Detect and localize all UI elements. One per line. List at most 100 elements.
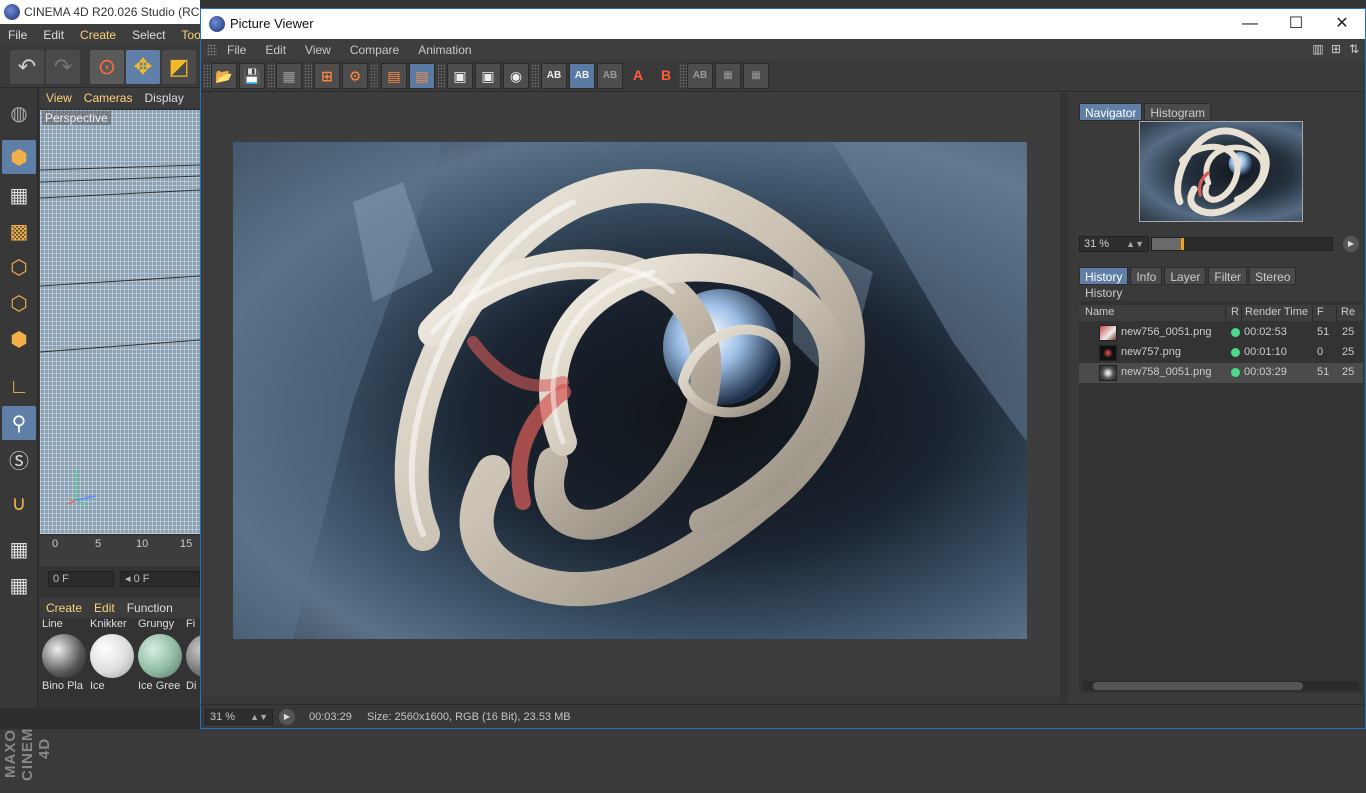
history-row[interactable]: new756_0051.png 00:02:53 51 25 — [1079, 323, 1363, 343]
compare-text-icon[interactable]: AB — [687, 63, 713, 89]
render-to-picture-viewer-icon[interactable]: ▤ — [409, 63, 435, 89]
texture-mode-icon[interactable]: ▦ — [2, 178, 36, 212]
axis-mode-icon[interactable]: ∟ — [2, 370, 36, 404]
play-icon[interactable]: ▶ — [1343, 236, 1359, 252]
workplane-align-icon[interactable]: ▦ — [2, 568, 36, 602]
viewport-menu-view[interactable]: View — [40, 91, 78, 105]
tab-stereo[interactable]: Stereo — [1249, 267, 1297, 285]
panel-menu-icon[interactable]: ⇅ — [1347, 42, 1361, 56]
close-button[interactable]: ✕ — [1319, 9, 1365, 39]
column-r[interactable]: R — [1231, 306, 1239, 318]
tab-layer[interactable]: Layer — [1164, 267, 1207, 285]
history-row-selected[interactable]: new758_0051.png 00:03:29 51 25 — [1079, 363, 1363, 383]
render-queue-icon[interactable]: ▣ — [475, 63, 501, 89]
new-panel-icon[interactable]: ⊞ — [1329, 42, 1343, 56]
render-settings-icon[interactable]: ⚙ — [342, 63, 368, 89]
history-row[interactable]: new757.png 00:01:10 0 25 — [1079, 343, 1363, 363]
viewport-menu-display[interactable]: Display — [138, 91, 189, 105]
material-swatch[interactable]: Line Bino Pla — [42, 618, 88, 696]
compare-ab-icon[interactable]: AB — [541, 63, 567, 89]
render-region-icon[interactable]: ⊞ — [314, 63, 340, 89]
current-frame-field[interactable]: ◂ 0 F — [120, 571, 200, 587]
pv-menu-animation[interactable]: Animation — [418, 43, 480, 57]
tweak-mode-icon[interactable]: ⚲ — [2, 406, 36, 440]
pv-menu-view[interactable]: View — [305, 43, 340, 57]
timeline-ruler[interactable]: 0 5 10 15 — [40, 536, 200, 566]
material-menu-edit[interactable]: Edit — [88, 601, 121, 615]
scale-tool-icon[interactable]: ◩ — [162, 50, 196, 84]
save-icon[interactable]: 💾 — [239, 63, 265, 89]
c4d-menu-file[interactable]: File — [0, 28, 35, 42]
material-top-label: Grungy — [138, 618, 175, 630]
pv-menu-compare[interactable]: Compare — [350, 43, 408, 57]
column-f[interactable]: F — [1317, 306, 1324, 318]
navigator-tabbar: Navigator Histogram — [1079, 103, 1213, 121]
viewport-menu-cameras[interactable]: Cameras — [78, 91, 139, 105]
tab-info[interactable]: Info — [1130, 267, 1163, 285]
stop-render-icon[interactable]: ▣ — [447, 63, 473, 89]
spinner-arrows-icon[interactable]: ▲▼ — [250, 710, 268, 724]
material-menu-function[interactable]: Function — [121, 601, 179, 615]
fit-to-screen-icon[interactable]: ▦ — [276, 63, 302, 89]
snap-icon[interactable]: ∪ — [2, 486, 36, 520]
points-mode-icon[interactable]: ⬡ — [2, 250, 36, 284]
tab-navigator[interactable]: Navigator — [1079, 103, 1143, 121]
solo-icon[interactable]: Ⓢ — [2, 442, 36, 476]
scrollbar-thumb[interactable] — [1093, 682, 1303, 690]
c4d-menu-create[interactable]: Create — [72, 28, 124, 42]
render-view-icon[interactable]: ▤ — [381, 63, 407, 89]
c4d-menu-select[interactable]: Select — [124, 28, 173, 42]
move-tool-icon[interactable]: ✥ — [126, 50, 160, 84]
panel-layout-icon[interactable]: ▥ — [1311, 42, 1325, 56]
set-a-icon[interactable]: A — [625, 63, 651, 89]
compare-ab-swap-icon[interactable]: AB — [597, 63, 623, 89]
navigator-thumbnail[interactable] — [1139, 121, 1303, 222]
column-render-time[interactable]: Render Time — [1245, 306, 1308, 318]
material-menu-create[interactable]: Create — [40, 601, 88, 615]
polygons-mode-icon[interactable]: ⬢ — [2, 322, 36, 356]
material-label: Ice — [90, 680, 105, 692]
open-file-icon[interactable]: 📂 — [211, 63, 237, 89]
navigator-zoom-slider[interactable] — [1151, 237, 1333, 251]
render-vertical-scrollbar[interactable] — [1060, 93, 1068, 703]
maximize-button[interactable]: ☐ — [1273, 9, 1319, 39]
tab-histogram[interactable]: Histogram — [1144, 103, 1212, 121]
start-frame-field[interactable]: 0 F — [48, 571, 114, 587]
perspective-viewport[interactable] — [40, 110, 200, 534]
play-icon[interactable]: ▶ — [279, 709, 295, 725]
material-swatch[interactable]: Knikker Ice — [90, 618, 136, 696]
edges-mode-icon[interactable]: ⬡ — [2, 286, 36, 320]
workplane-lock-icon[interactable]: ▦ — [2, 532, 36, 566]
live-selection-icon[interactable]: ⊙ — [90, 50, 124, 84]
pv-menu-edit[interactable]: Edit — [265, 43, 295, 57]
column-name[interactable]: Name — [1085, 306, 1114, 318]
pv-menu-file[interactable]: File — [227, 43, 255, 57]
team-render-icon[interactable]: ◉ — [503, 63, 529, 89]
minimize-button[interactable]: — — [1227, 9, 1273, 39]
material-swatch[interactable]: Grungy Ice Gree — [138, 618, 184, 696]
workplane-mode-icon[interactable]: ▩ — [2, 214, 36, 248]
history-horizontal-scrollbar[interactable] — [1083, 681, 1359, 691]
zoom-slider-knob[interactable] — [1181, 238, 1184, 250]
undo-icon[interactable]: ↶ — [10, 50, 44, 84]
render-horizontal-scrollbar[interactable] — [202, 695, 1060, 703]
picture-viewer-status-bar: 31 % ▲▼ ▶ 00:03:29 Size: 2560x1600, RGB … — [201, 704, 1365, 728]
spinner-arrows-icon[interactable]: ▲▼ — [1126, 237, 1144, 251]
column-re[interactable]: Re — [1341, 306, 1355, 318]
render-canvas-area[interactable] — [202, 93, 1060, 703]
material-swatch[interactable]: Fi Di — [186, 618, 200, 696]
navigator-zoom-field[interactable]: 31 % ▲▼ — [1079, 236, 1149, 252]
set-a-label: A — [632, 67, 644, 83]
make-editable-icon[interactable]: ◍ — [2, 96, 36, 130]
compare-diff-icon[interactable]: ▦ — [743, 63, 769, 89]
redo-icon[interactable]: ↷ — [46, 50, 80, 84]
set-b-icon[interactable]: B — [653, 63, 679, 89]
status-zoom-field[interactable]: 31 % ▲▼ — [205, 709, 273, 725]
picture-viewer-title-bar[interactable]: Picture Viewer — ☐ ✕ — [201, 9, 1365, 39]
compare-ab-split-icon[interactable]: AB — [569, 63, 595, 89]
compare-grid-icon[interactable]: ▦ — [715, 63, 741, 89]
tab-filter[interactable]: Filter — [1208, 267, 1248, 285]
model-mode-icon[interactable]: ⬢ — [2, 140, 36, 174]
c4d-menu-edit[interactable]: Edit — [35, 28, 72, 42]
tab-history[interactable]: History — [1079, 267, 1129, 285]
